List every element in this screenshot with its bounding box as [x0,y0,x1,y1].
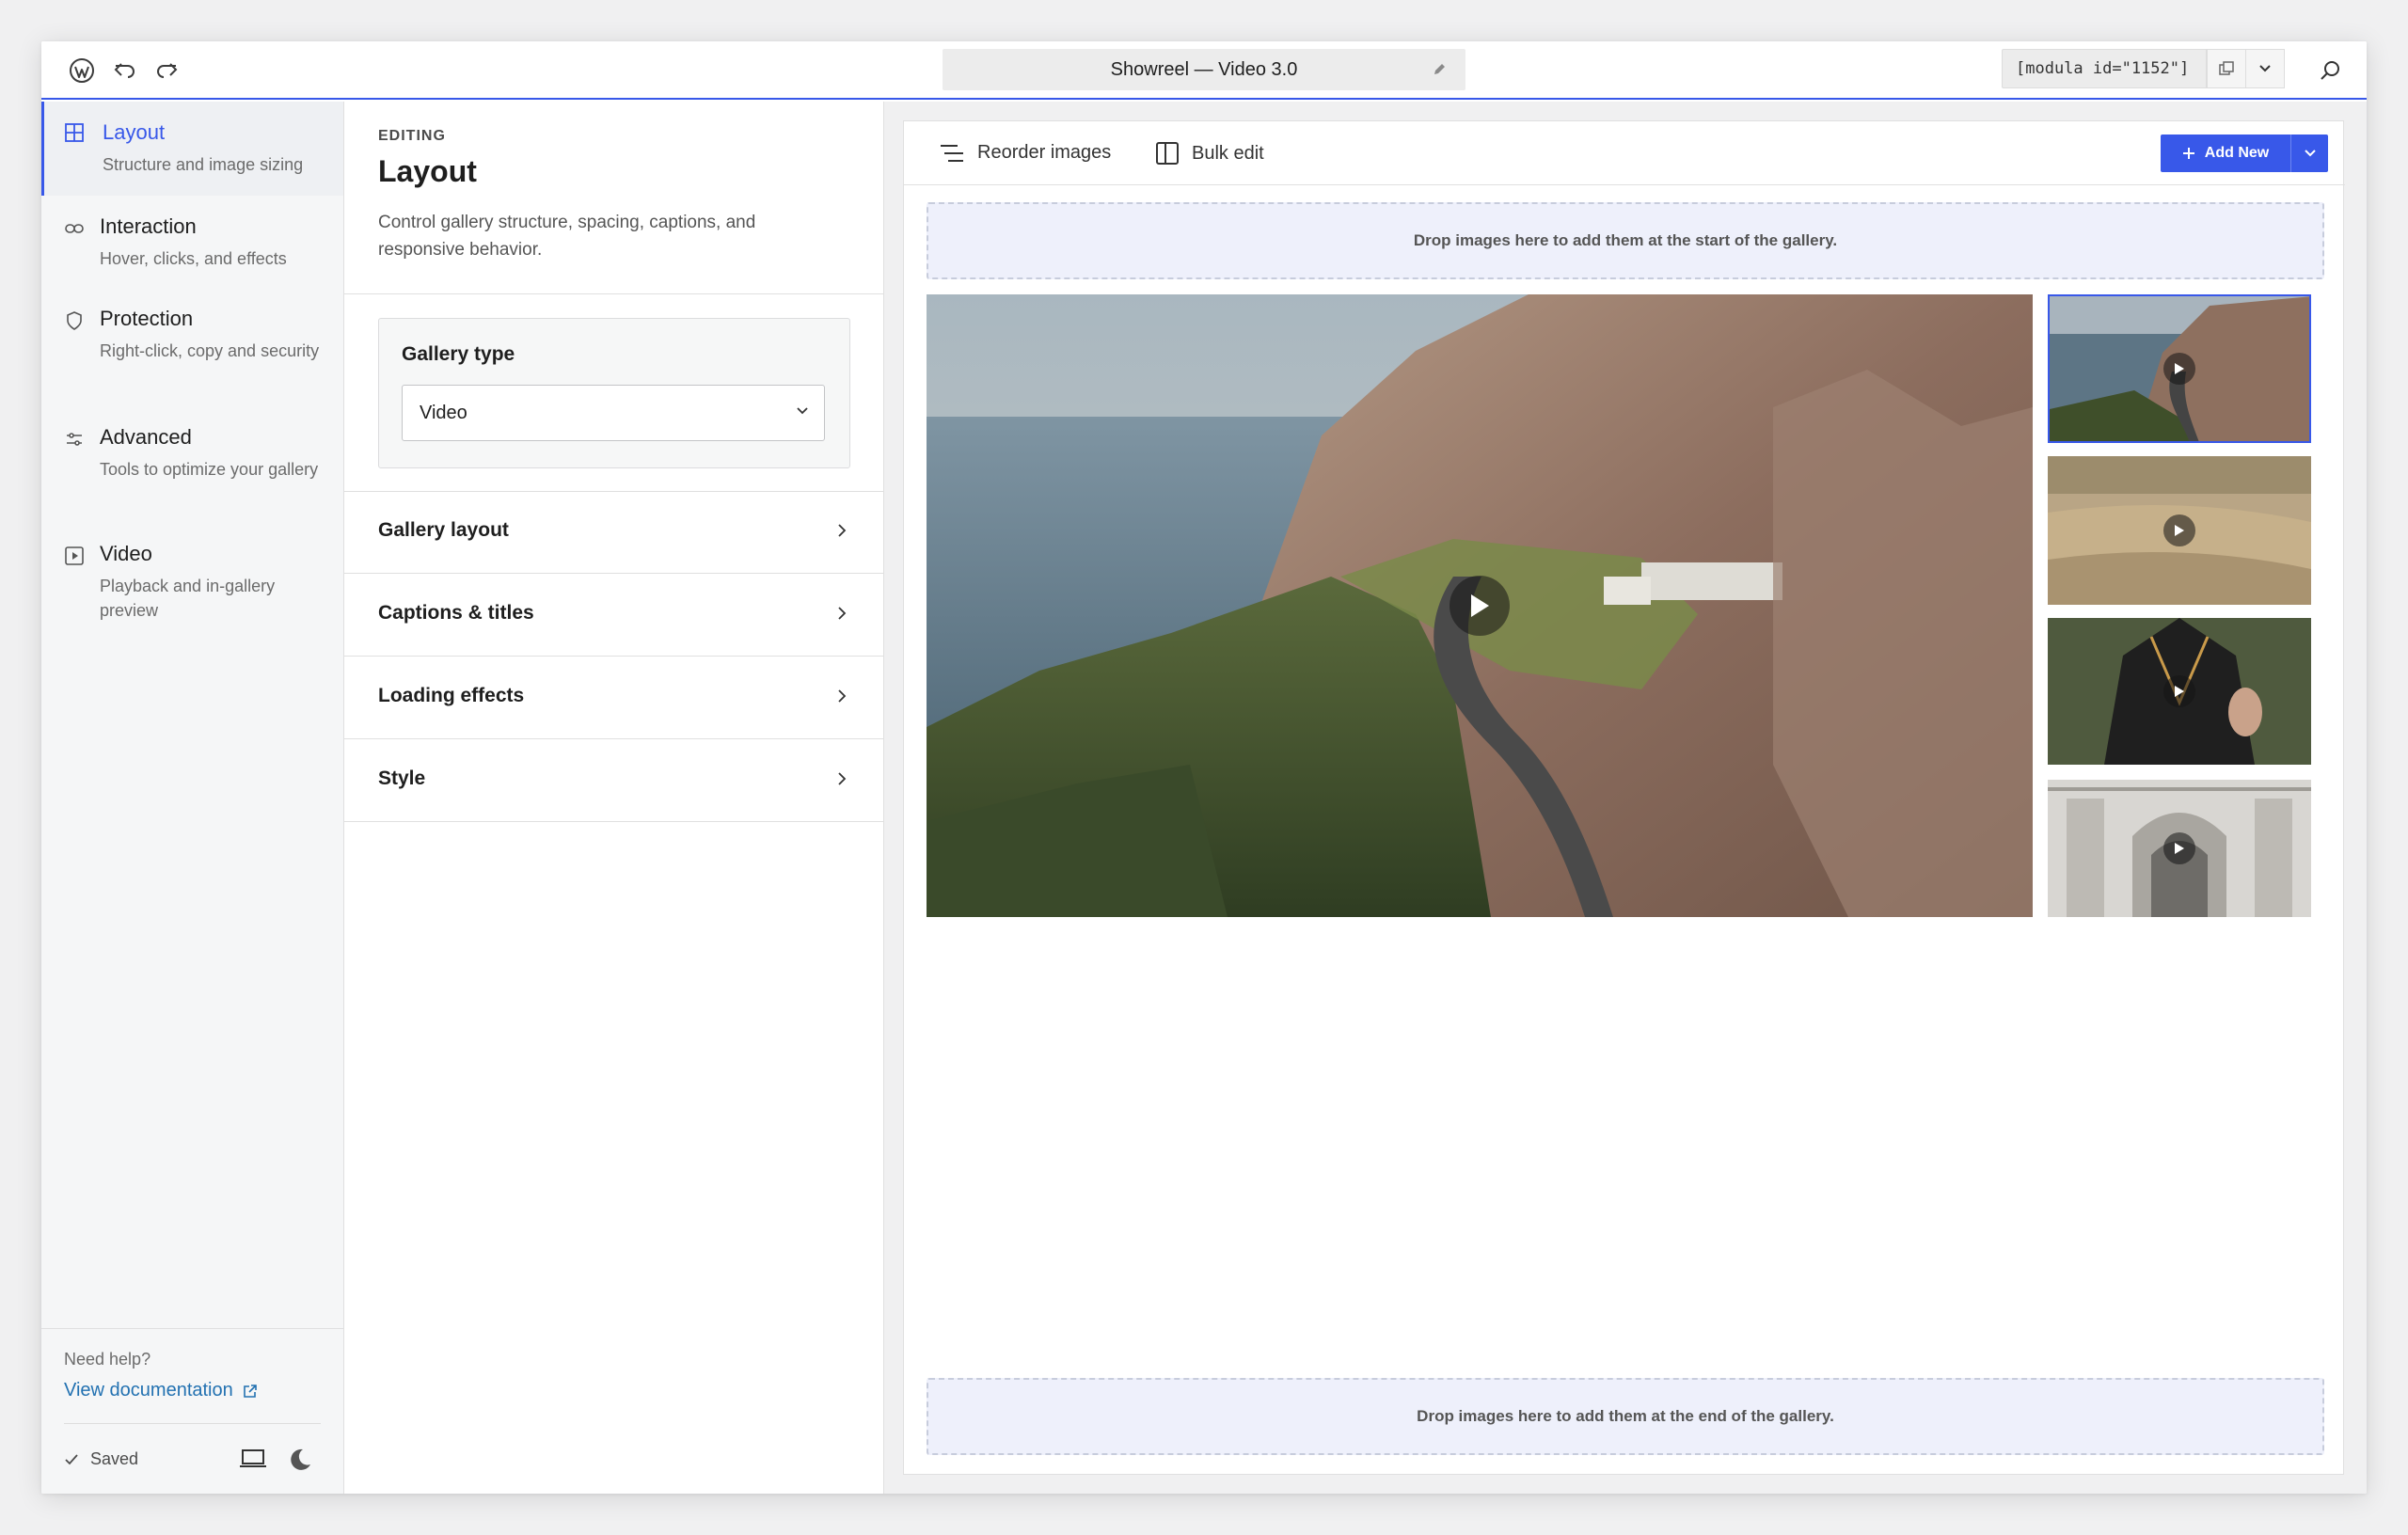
copy-icon [2219,61,2234,75]
laptop-icon[interactable] [239,1448,267,1475]
sidebar: Layout Structure and image sizing Intera… [41,102,344,1494]
footer-divider [64,1423,321,1424]
settings-panel: EDITING Layout Control gallery structure… [344,102,884,1494]
accordion-gallery-layout[interactable]: Gallery layout [344,491,884,574]
bulk-edit-label: Bulk edit [1192,142,1264,164]
grid-icon [64,122,85,143]
top-bar: Showreel — Video 3.0 [modula id="1152"] [41,41,2367,100]
play-icon[interactable] [1450,576,1510,636]
chevron-right-icon [838,689,847,703]
redo-icon[interactable] [152,56,181,85]
link-icon [64,218,85,239]
shortcode-options-button[interactable] [2245,49,2285,88]
gallery-type-value: Video [420,402,467,423]
accordion-title: Captions & titles [378,602,534,624]
bulk-edit-button[interactable]: Bulk edit [1156,142,1264,165]
drop-zone-start[interactable]: Drop images here to add them at the star… [927,202,2324,279]
video-icon [64,546,85,566]
app-window: Showreel — Video 3.0 [modula id="1152"] … [41,41,2367,1494]
gallery-type-select[interactable]: Video [402,385,825,441]
divider [344,293,884,294]
gallery-panel: Reorder images Bulk edit Add New Drop im… [903,120,2345,1475]
sidebar-item-desc: Playback and in-gallery preview [100,577,276,620]
accordion-title: Loading effects [378,685,525,706]
gallery-title: Showreel — Video 3.0 [1110,58,1298,80]
sidebar-item-interaction[interactable]: Interaction Hover, clicks, and effects [41,214,343,271]
accordion-loading-effects[interactable]: Loading effects [344,657,884,739]
add-new-button[interactable]: Add New [2161,135,2290,172]
sidebar-item-protection[interactable]: Protection Right-click, copy and securit… [41,307,343,363]
reorder-images-button[interactable]: Reorder images [940,142,1111,164]
chevron-right-icon [838,772,847,785]
sidebar-footer: Need help? View documentation Saved [41,1328,343,1494]
sidebar-item-label: Layout [103,120,166,144]
gallery-type-label: Gallery type [402,343,515,365]
chevron-down-icon [2304,150,2316,157]
play-icon[interactable] [2163,832,2195,864]
search-icon[interactable] [2316,56,2344,85]
shortcode-display[interactable]: [modula id="1152"] [2002,49,2207,88]
sidebar-item-label: Interaction [100,214,197,238]
add-new-label: Add New [2204,145,2270,161]
accordion-title: Style [378,768,426,789]
sidebar-item-layout[interactable]: Layout Structure and image sizing [41,102,343,196]
settings-title: Layout [378,154,477,188]
sidebar-item-desc: Tools to optimize your gallery [100,460,319,479]
check-icon [65,1453,78,1464]
main-area: Reorder images Bulk edit Add New Drop im… [884,102,2367,1494]
play-icon[interactable] [2163,353,2195,385]
sidebar-item-desc: Right-click, copy and security [100,341,320,360]
chevron-down-icon [797,407,808,415]
play-icon[interactable] [2163,514,2195,546]
accordion-title: Gallery layout [378,519,509,541]
chevron-down-icon [2259,65,2271,72]
accordion-captions-titles[interactable]: Captions & titles [344,574,884,657]
drop-zone-end[interactable]: Drop images here to add them at the end … [927,1378,2324,1455]
sidebar-item-label: Video [100,542,152,565]
plus-icon [2182,148,2194,159]
undo-icon[interactable] [111,56,139,85]
sidebar-item-desc: Hover, clicks, and effects [100,249,287,268]
sidebar-item-video[interactable]: Video Playback and in-gallery preview [41,542,343,623]
sliders-icon [64,429,85,450]
add-new-dropdown-button[interactable] [2290,135,2328,172]
accordion-style[interactable]: Style [344,739,884,822]
sidebar-item-label: Advanced [100,425,192,449]
sidebar-item-advanced[interactable]: Advanced Tools to optimize your gallery [41,425,343,482]
chevron-right-icon [838,524,847,537]
editing-label: EDITING [378,128,446,144]
pencil-icon[interactable] [1432,61,1447,83]
gallery-type-card: Gallery type Video [378,318,850,468]
video-item-thumb-4[interactable] [2048,780,2311,917]
panel-icon [1156,142,1179,165]
wordpress-logo-icon[interactable] [68,56,96,85]
chevron-right-icon [838,607,847,620]
copy-shortcode-button[interactable] [2207,49,2246,88]
video-item-thumb-2[interactable] [2048,456,2311,605]
settings-description: Control gallery structure, spacing, capt… [378,213,756,260]
play-icon[interactable] [2163,675,2195,707]
video-item-main[interactable] [927,294,2033,917]
sidebar-item-desc: Structure and image sizing [103,155,304,174]
gallery-toolbar: Reorder images Bulk edit Add New [904,121,2345,185]
moon-icon[interactable] [288,1448,312,1477]
reorder-icon [941,144,963,162]
shield-icon [64,310,85,331]
doc-link-text: View documentation [64,1380,233,1400]
video-item-thumb-3[interactable] [2048,618,2311,765]
help-label: Need help? [64,1350,151,1369]
view-documentation-link[interactable]: View documentation [64,1380,258,1401]
saved-status: Saved [64,1449,138,1469]
sidebar-item-label: Protection [100,307,194,330]
video-item-thumb-1[interactable] [2048,294,2311,443]
gallery-title-field[interactable]: Showreel — Video 3.0 [943,49,1465,90]
saved-label: Saved [90,1449,139,1468]
external-link-icon [243,1384,257,1398]
reorder-label: Reorder images [977,142,1112,163]
